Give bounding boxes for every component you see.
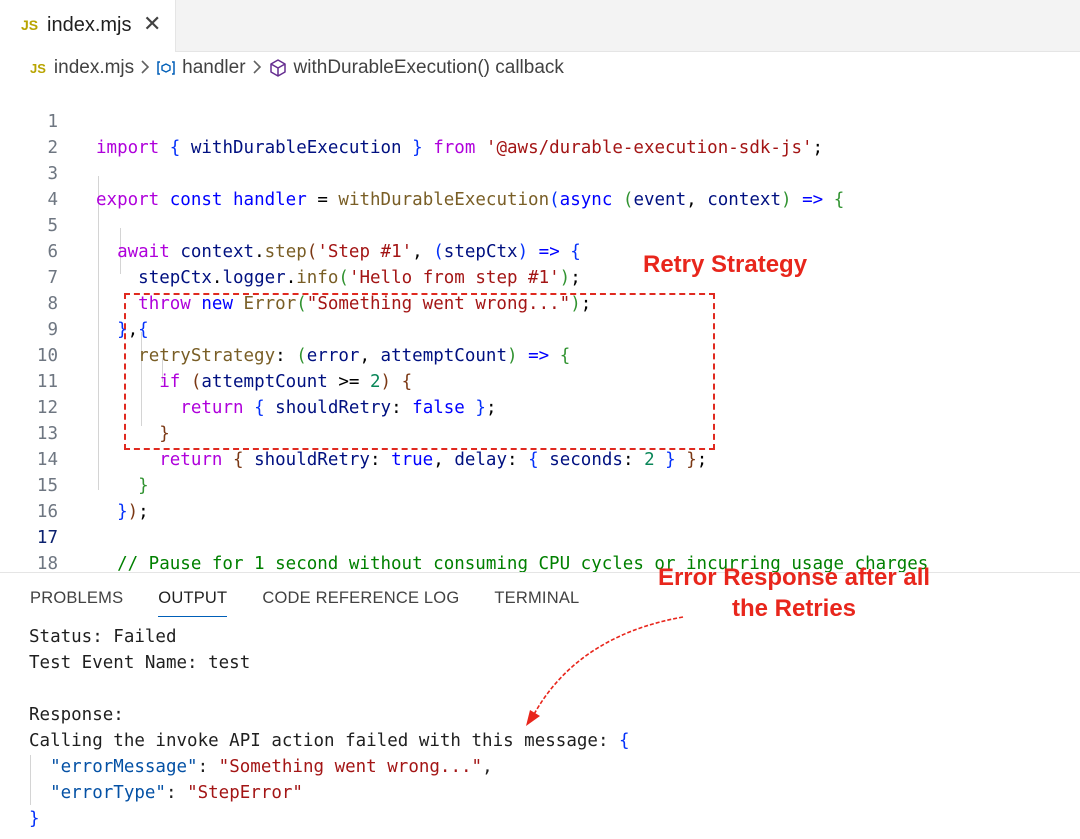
- javascript-file-icon: JS: [30, 60, 46, 76]
- output-brace-close: }: [29, 809, 40, 829]
- retry-strategy-annotation: Retry Strategy: [643, 251, 808, 278]
- tab-output[interactable]: OUTPUT: [158, 589, 228, 619]
- tab-problems[interactable]: PROBLEMS: [30, 589, 123, 619]
- retry-strategy-highlight-box: [124, 293, 715, 450]
- output-status: Status: Failed: [29, 627, 177, 647]
- chevron-right-icon: [140, 58, 150, 79]
- breadcrumb-callback[interactable]: withDurableExecution() callback: [294, 57, 564, 79]
- panel-tabs: PROBLEMS OUTPUT CODE REFERENCE LOG TERMI…: [30, 589, 614, 619]
- output-response-label: Response:: [29, 705, 124, 725]
- code-line: 4: [0, 161, 1080, 210]
- code-line: 5 await context.step('Step #1', (stepCtx…: [0, 187, 1080, 262]
- code-line: 8 },{: [0, 265, 1080, 340]
- code-line: 18 await context.wait({ seconds:1 });: [0, 525, 1080, 572]
- breadcrumb: JS index.mjs handler withDurableExecutio…: [30, 55, 564, 81]
- close-icon[interactable]: ✕: [143, 13, 161, 35]
- tab-code-reference-log[interactable]: CODE REFERENCE LOG: [262, 589, 459, 619]
- breadcrumb-symbol[interactable]: handler: [182, 57, 245, 79]
- code-line: 2: [0, 109, 1080, 158]
- output-error-message: "errorMessage": "Something went wrong...…: [50, 757, 493, 777]
- output-calling-line: Calling the invoke API action failed wit…: [29, 731, 630, 751]
- code-line: 7 throw new Error("Something went wrong.…: [0, 239, 1080, 314]
- output-error-type: "errorType": "StepError": [50, 783, 303, 803]
- code-line: 1 import { withDurableExecution } from '…: [0, 83, 1080, 158]
- code-line: 16: [0, 473, 1080, 522]
- variable-icon: [156, 60, 176, 76]
- error-response-annotation: Error Response after all the Retries: [657, 564, 931, 622]
- editor-tab-bar: JS index.mjs ✕: [0, 0, 1080, 52]
- code-line-active: 17 // Pause for 1 second without consumi…: [0, 499, 1080, 572]
- tab-title: index.mjs: [47, 14, 132, 36]
- breadcrumb-file[interactable]: index.mjs: [54, 57, 134, 79]
- method-cube-icon: [268, 58, 288, 78]
- output-event-name: Test Event Name: test: [29, 653, 251, 673]
- tab-index-mjs[interactable]: JS index.mjs ✕: [0, 0, 176, 52]
- code-line: 6 stepCtx.logger.info('Hello from step #…: [0, 213, 1080, 288]
- tab-terminal[interactable]: TERMINAL: [494, 589, 579, 619]
- code-line: 3 export const handler = withDurableExec…: [0, 135, 1080, 210]
- indent-guide: [30, 755, 31, 805]
- javascript-file-icon: JS: [21, 17, 39, 33]
- chevron-right-icon: [252, 58, 262, 79]
- code-line: 15 });: [0, 447, 1080, 522]
